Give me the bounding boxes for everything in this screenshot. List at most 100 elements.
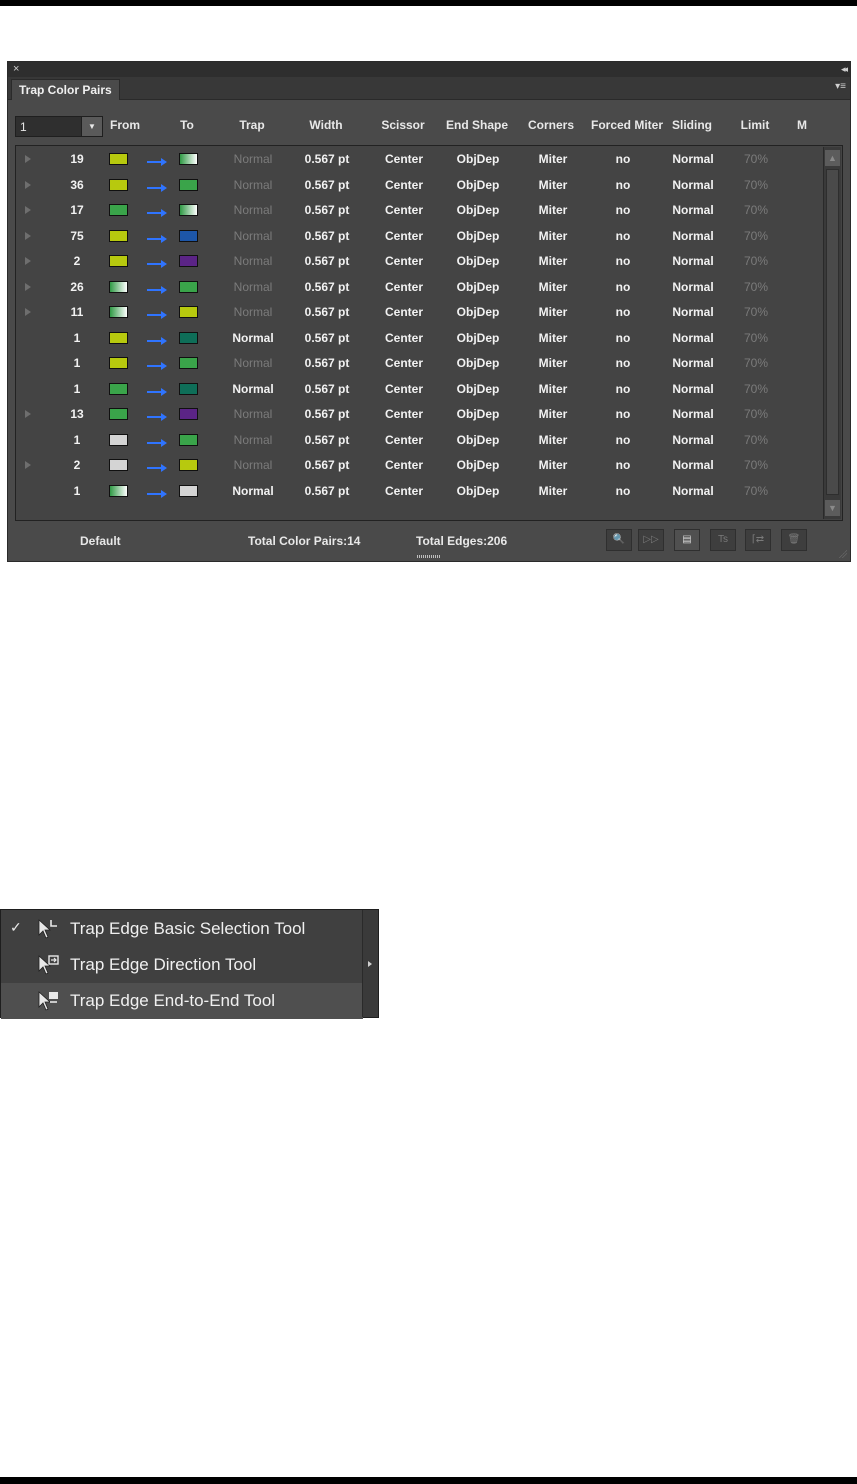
from-color-swatch — [109, 306, 128, 318]
column-header-width[interactable]: Width — [309, 118, 342, 132]
scissor-cell: Center — [384, 483, 424, 498]
collapse-icon[interactable]: ◂◂ — [841, 62, 848, 77]
end-shape-cell: ObjDep — [456, 228, 500, 243]
tool-menu-item-trap-edge-end-to-end-tool[interactable]: Trap Edge End-to-End Tool — [1, 983, 363, 1019]
edge-count-cell: 11 — [70, 305, 84, 319]
trap-direction-arrow-icon[interactable] — [146, 434, 168, 448]
tool-menu-item-trap-edge-basic-selection-tool[interactable]: ✓ Trap Edge Basic Selection Tool — [1, 911, 363, 947]
from-color-swatch — [109, 408, 128, 420]
trap-direction-arrow-icon[interactable] — [146, 357, 168, 371]
scroll-down-icon[interactable]: ▼ — [825, 500, 840, 516]
limit-cell: 70% — [743, 254, 769, 268]
limit-cell: 70% — [743, 483, 769, 498]
fast-forward-icon[interactable]: ▷▷ — [638, 529, 664, 551]
column-header-trap[interactable]: Trap — [239, 118, 264, 132]
trap-direction-arrow-icon[interactable] — [146, 179, 168, 193]
table-row[interactable]: 2 Normal 0.567 pt Center ObjDep Miter no Normal… — [16, 453, 823, 478]
expand-row-icon[interactable] — [25, 308, 31, 316]
trap-direction-arrow-icon[interactable] — [146, 204, 168, 218]
trap-cell: Normal — [233, 305, 273, 319]
table-row[interactable]: 19 Normal 0.567 pt Center ObjDep Miter no Norma… — [16, 147, 823, 172]
column-header-sliding[interactable]: Sliding — [672, 118, 712, 132]
scissor-cell: Center — [384, 407, 424, 421]
expand-row-icon[interactable] — [25, 206, 31, 214]
resize-corner-icon[interactable] — [837, 548, 847, 558]
end-shape-cell: ObjDep — [456, 381, 500, 396]
close-icon[interactable]: × — [13, 62, 19, 77]
column-header-from[interactable]: From — [110, 118, 140, 132]
corners-cell: Miter — [538, 305, 568, 319]
scroll-thumb[interactable] — [826, 169, 839, 495]
vertical-scrollbar[interactable]: ▲ ▼ — [823, 147, 841, 519]
column-header-m[interactable]: M — [797, 118, 807, 132]
panel-resize-grip[interactable] — [417, 555, 441, 558]
swap-trap-icon[interactable]: ⌈⇄ — [745, 529, 771, 551]
table-row[interactable]: 11 Normal 0.567 pt Center ObjDep Miter no Norma… — [16, 300, 823, 325]
trap-style-icon[interactable]: Ts — [710, 529, 736, 551]
forced-miter-cell: no — [615, 483, 631, 498]
table-row[interactable]: 1 Normal 0.567 pt Center ObjDep Miter no Normal… — [16, 351, 823, 376]
from-color-swatch — [109, 331, 128, 344]
to-color-swatch — [179, 153, 198, 165]
trap-direction-arrow-icon[interactable] — [146, 485, 168, 499]
tab-trap-color-pairs[interactable]: Trap Color Pairs — [11, 79, 120, 100]
level-select[interactable]: 1 ▼ — [15, 116, 103, 137]
zoom-icon[interactable]: 🔍 — [606, 529, 632, 551]
end-shape-cell: ObjDep — [456, 254, 500, 268]
panel-titlebar: × ◂◂ — [8, 62, 850, 77]
trap-direction-arrow-icon[interactable] — [146, 459, 168, 473]
column-header-limit[interactable]: Limit — [741, 118, 770, 132]
trap-direction-arrow-icon[interactable] — [146, 153, 168, 167]
table-row[interactable]: 1 Normal 0.567 pt Center ObjDep Miter no Normal… — [16, 377, 823, 402]
panel-menu-icon[interactable]: ▾≡ — [835, 81, 846, 93]
table-row[interactable]: 2 Normal 0.567 pt Center ObjDep Miter no Normal… — [16, 249, 823, 274]
table-row[interactable]: 36 Normal 0.567 pt Center ObjDep Miter no Norma… — [16, 173, 823, 198]
expand-row-icon[interactable] — [25, 231, 31, 240]
chevron-down-icon[interactable]: ▼ — [81, 117, 102, 136]
expand-row-icon[interactable] — [25, 461, 31, 469]
sliding-cell: Normal — [672, 458, 714, 472]
corners-cell: Miter — [538, 432, 568, 447]
column-header-scissor[interactable]: Scissor — [381, 118, 424, 132]
edge-count-cell: 1 — [73, 356, 81, 370]
trap-direction-arrow-icon[interactable] — [146, 306, 168, 320]
trap-direction-arrow-icon[interactable] — [146, 383, 168, 397]
expand-row-icon[interactable] — [25, 410, 31, 418]
scissor-cell: Center — [384, 330, 424, 345]
trap-direction-arrow-icon[interactable] — [146, 230, 168, 244]
end-shape-cell: ObjDep — [456, 432, 500, 447]
trap-direction-arrow-icon[interactable] — [146, 281, 168, 295]
table-row[interactable]: 13 Normal 0.567 pt Center ObjDep Miter no Norma… — [16, 402, 823, 427]
expand-row-icon[interactable] — [25, 155, 31, 163]
column-header-end-shape[interactable]: End Shape — [446, 118, 508, 132]
table-row[interactable]: 1 Normal 0.567 pt Center ObjDep Miter no Normal… — [16, 326, 823, 351]
trap-direction-arrow-icon[interactable] — [146, 332, 168, 346]
expand-row-icon[interactable] — [25, 282, 31, 291]
column-header-forced-miter[interactable]: Forced Miter — [591, 119, 663, 132]
limit-cell: 70% — [743, 356, 769, 370]
to-color-swatch — [179, 408, 198, 420]
expand-row-icon[interactable] — [25, 257, 31, 265]
table-row[interactable]: 26 Normal 0.567 pt Center ObjDep Miter no Norma… — [16, 275, 823, 300]
sliding-cell: Normal — [672, 330, 714, 345]
table-row[interactable]: 75 Normal 0.567 pt Center ObjDep Miter no Norma… — [16, 224, 823, 249]
tool-menu-item-trap-edge-direction-tool[interactable]: Trap Edge Direction Tool — [1, 947, 363, 983]
trap-direction-arrow-icon[interactable] — [146, 408, 168, 422]
trap-direction-arrow-icon[interactable] — [146, 255, 168, 269]
table-row[interactable]: 1 Normal 0.567 pt Center ObjDep Miter no Normal… — [16, 479, 823, 504]
scroll-up-icon[interactable]: ▲ — [825, 150, 840, 166]
to-color-swatch — [179, 382, 198, 395]
list-view-icon[interactable]: ▤ — [674, 529, 700, 551]
column-header-to[interactable]: To — [180, 118, 194, 132]
level-select-value: 1 — [20, 120, 27, 134]
from-color-swatch — [109, 382, 128, 395]
to-color-swatch — [179, 178, 198, 191]
table-row[interactable]: 17 Normal 0.567 pt Center ObjDep Miter no Norma… — [16, 198, 823, 223]
table-row[interactable]: 1 Normal 0.567 pt Center ObjDep Miter no Normal… — [16, 428, 823, 453]
scissor-cell: Center — [384, 228, 424, 243]
trash-icon[interactable]: 🗑 — [781, 529, 807, 551]
expand-row-icon[interactable] — [25, 180, 31, 189]
from-color-swatch — [109, 153, 128, 165]
end-shape-cell: ObjDep — [456, 483, 500, 498]
column-header-corners[interactable]: Corners — [528, 118, 574, 132]
